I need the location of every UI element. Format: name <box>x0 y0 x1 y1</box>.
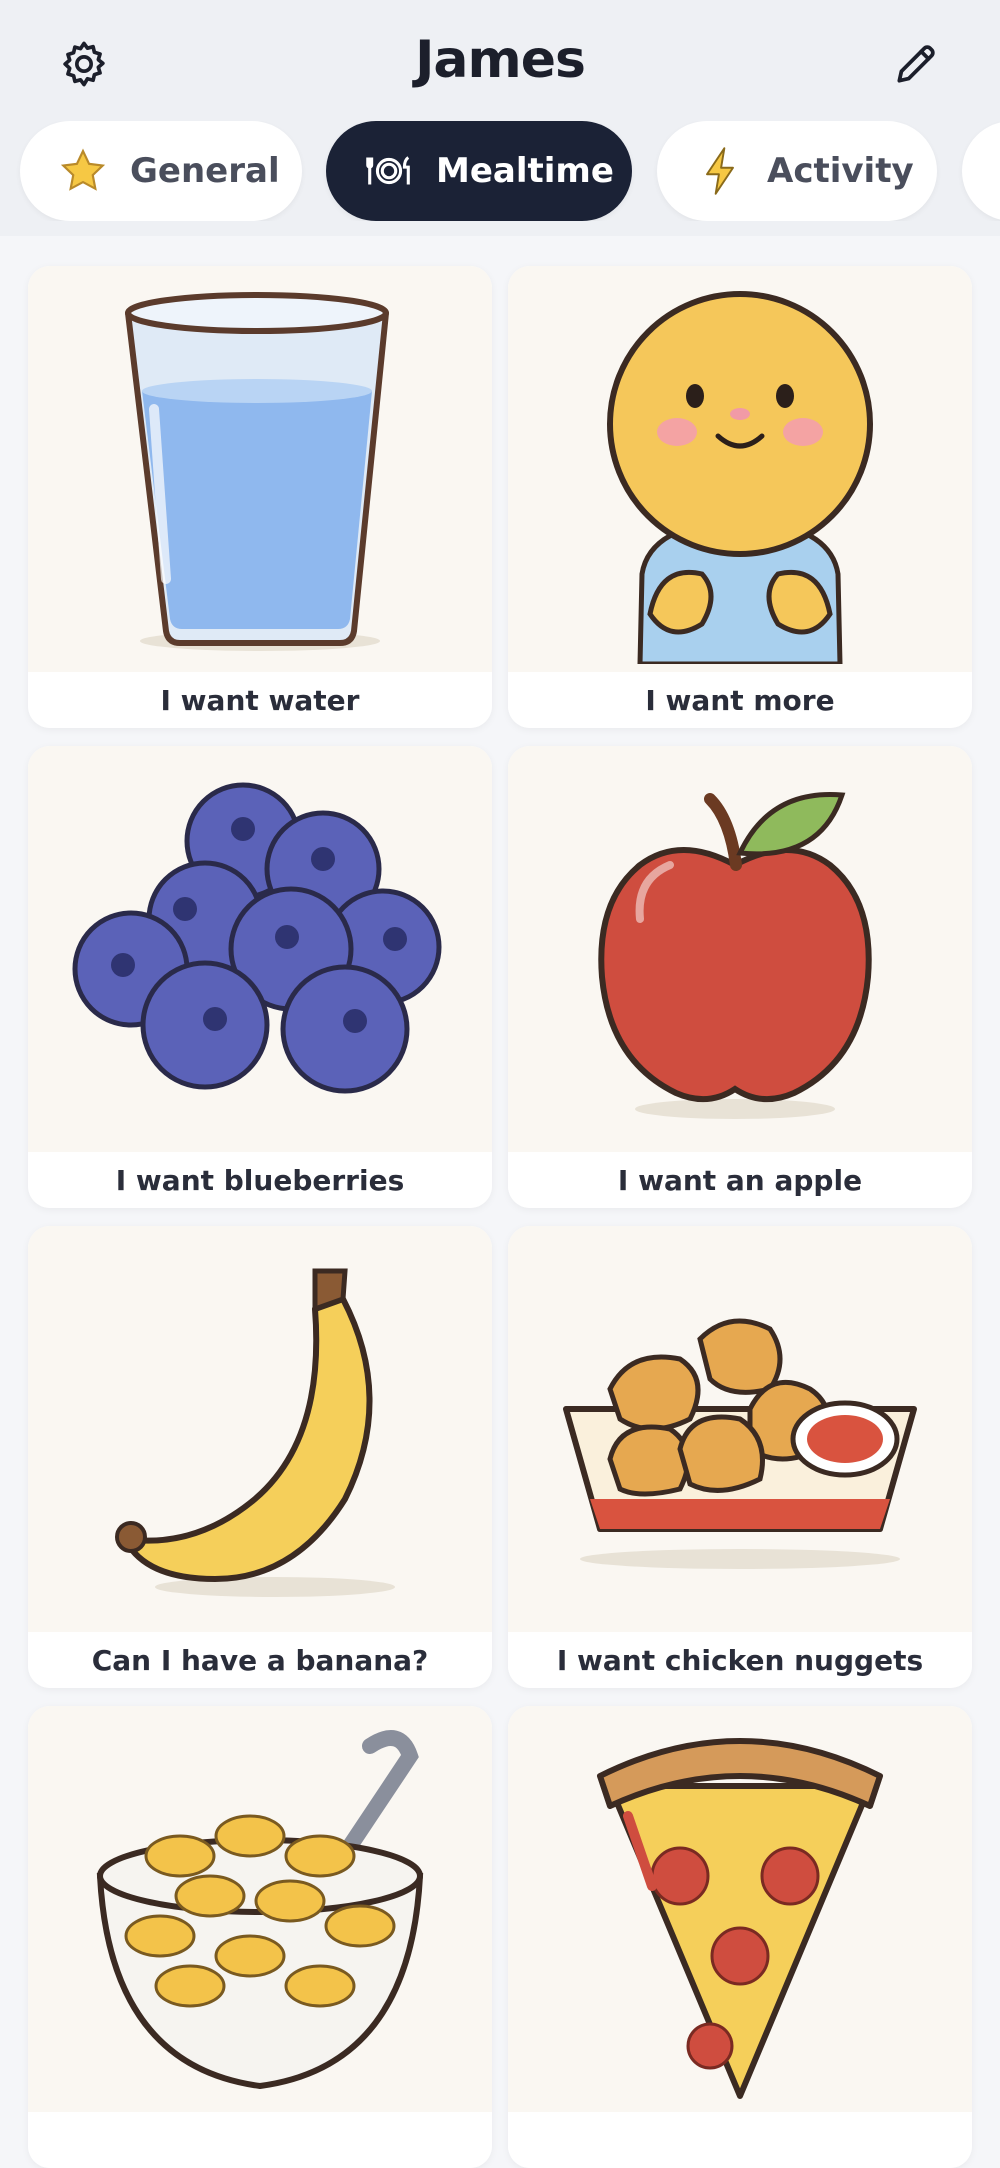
tab-more[interactable] <box>962 121 1000 221</box>
tab-label: General <box>130 151 280 191</box>
card-label: Can I have a banana? <box>28 1632 492 1688</box>
blueberries-image <box>28 746 492 1152</box>
tab-label: Activity <box>767 151 914 191</box>
lightning-icon <box>693 144 747 198</box>
mac-and-cheese-image <box>28 1706 492 2112</box>
card-label: I want an apple <box>508 1152 972 1208</box>
card-label: I want blueberries <box>28 1152 492 1208</box>
phrase-card-blueberries[interactable]: I want blueberries <box>28 746 492 1208</box>
phrase-card-mac-and-cheese[interactable] <box>28 1706 492 2168</box>
pencil-icon <box>897 45 935 83</box>
water-glass-image <box>28 266 492 672</box>
tab-general[interactable]: General <box>20 121 302 221</box>
category-tabs: General Mealtime Activity <box>0 121 1000 221</box>
pizza-slice-image <box>508 1706 972 2112</box>
phrase-card-apple[interactable]: I want an apple <box>508 746 972 1208</box>
phrase-card-chicken-nuggets[interactable]: I want chicken nuggets <box>508 1226 972 1688</box>
card-label <box>508 2112 972 2168</box>
chicken-nuggets-image <box>508 1226 972 1632</box>
tab-mealtime[interactable]: Mealtime <box>326 121 632 221</box>
phrase-card-water[interactable]: I want water <box>28 266 492 728</box>
card-label <box>28 2112 492 2168</box>
top-bar: James General Mealtime Activity <box>0 0 1000 236</box>
star-icon <box>56 144 110 198</box>
card-label: I want water <box>28 672 492 728</box>
apple-image <box>508 746 972 1152</box>
banana-image <box>28 1226 492 1632</box>
page-title: James <box>415 30 586 90</box>
child-signing-more-image <box>508 266 972 672</box>
tab-label: Mealtime <box>436 151 614 191</box>
phrase-card-pizza[interactable] <box>508 1706 972 2168</box>
phrase-card-banana[interactable]: Can I have a banana? <box>28 1226 492 1688</box>
card-label: I want chicken nuggets <box>508 1632 972 1688</box>
phrase-card-more[interactable]: I want more <box>508 266 972 728</box>
plate-cutlery-icon <box>362 144 416 198</box>
card-label: I want more <box>508 672 972 728</box>
edit-button[interactable] <box>884 32 948 96</box>
tab-activity[interactable]: Activity <box>657 121 937 221</box>
